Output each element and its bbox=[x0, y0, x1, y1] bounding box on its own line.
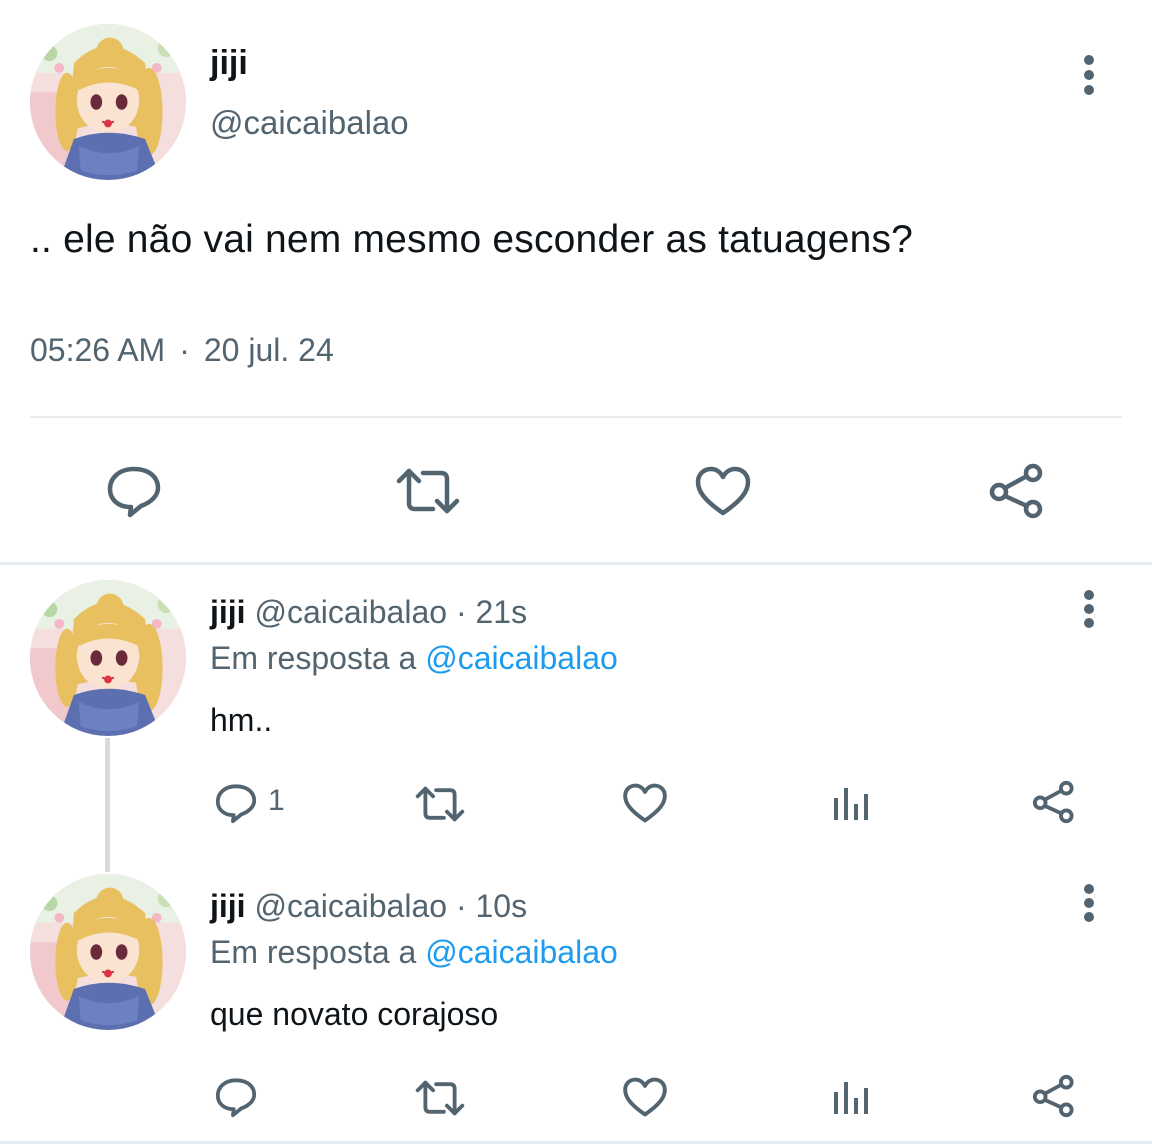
main-display-name[interactable]: jiji bbox=[210, 44, 248, 83]
share-icon[interactable] bbox=[986, 462, 1048, 520]
reply-1-in-reply-to: Em resposta a @caicaibalao bbox=[210, 640, 618, 677]
reply-2-text: que novato corajoso bbox=[210, 996, 499, 1032]
reply-1-like-icon[interactable] bbox=[620, 780, 670, 826]
reply-2-more-options-icon[interactable] bbox=[1072, 882, 1106, 924]
main-handle[interactable]: @caicaibalao bbox=[210, 104, 409, 142]
reply-2-views-icon[interactable] bbox=[828, 1078, 872, 1118]
reply-1-share-icon[interactable] bbox=[1030, 778, 1078, 826]
main-avatar[interactable] bbox=[30, 24, 186, 180]
reply-2-header: jiji @caicaibalao · 10s bbox=[210, 888, 527, 925]
reply-1-handle[interactable]: @caicaibalao bbox=[254, 594, 447, 630]
main-tweet-text: .. ele não vai nem mesmo esconder as tat… bbox=[30, 218, 914, 261]
reply-2-avatar[interactable] bbox=[30, 874, 186, 1030]
reply-icon[interactable] bbox=[103, 462, 165, 520]
reply-1-text: hm.. bbox=[210, 702, 273, 738]
reply-2-reply-prefix: Em resposta a bbox=[210, 934, 417, 970]
reply-1-reply-prefix: Em resposta a bbox=[210, 640, 417, 676]
section-divider bbox=[0, 562, 1152, 565]
reply-1-reply-count: 1 bbox=[268, 784, 285, 817]
reply-1-more-options-icon[interactable] bbox=[1072, 588, 1106, 630]
reply-2-in-reply-to: Em resposta a @caicaibalao bbox=[210, 934, 618, 971]
reply-2-share-icon[interactable] bbox=[1030, 1072, 1078, 1120]
reply-2-mention-link[interactable]: @caicaibalao bbox=[425, 934, 618, 970]
reply-2-handle[interactable]: @caicaibalao bbox=[254, 888, 447, 924]
like-icon[interactable] bbox=[692, 462, 754, 520]
reply-2-like-icon[interactable] bbox=[620, 1074, 670, 1120]
reply-1-age: · 21s bbox=[455, 594, 528, 630]
reply-1-header: jiji @caicaibalao · 21s bbox=[210, 594, 527, 631]
main-divider bbox=[30, 416, 1122, 418]
meta-separator: · bbox=[179, 332, 190, 368]
reply-2-reply-icon[interactable] bbox=[212, 1074, 260, 1120]
reply-1-retweet-icon[interactable] bbox=[412, 782, 468, 826]
reply-1-views-icon[interactable] bbox=[828, 784, 872, 824]
reply-2-display-name[interactable]: jiji bbox=[210, 888, 246, 924]
reply-1-reply-icon[interactable] bbox=[212, 780, 260, 826]
main-date: 20 jul. 24 bbox=[203, 332, 334, 368]
bottom-divider bbox=[0, 1141, 1152, 1144]
reply-1-mention-link[interactable]: @caicaibalao bbox=[425, 640, 618, 676]
main-time: 05:26 AM bbox=[30, 332, 166, 368]
thread-connector-line bbox=[105, 738, 110, 872]
main-timestamp: 05:26 AM · 20 jul. 24 bbox=[30, 332, 334, 369]
reply-2-retweet-icon[interactable] bbox=[412, 1076, 468, 1120]
main-more-options-icon[interactable] bbox=[1072, 52, 1106, 98]
reply-2-age: · 10s bbox=[455, 888, 528, 924]
reply-1-display-name[interactable]: jiji bbox=[210, 594, 246, 630]
retweet-icon[interactable] bbox=[393, 464, 463, 518]
reply-1-avatar[interactable] bbox=[30, 580, 186, 736]
